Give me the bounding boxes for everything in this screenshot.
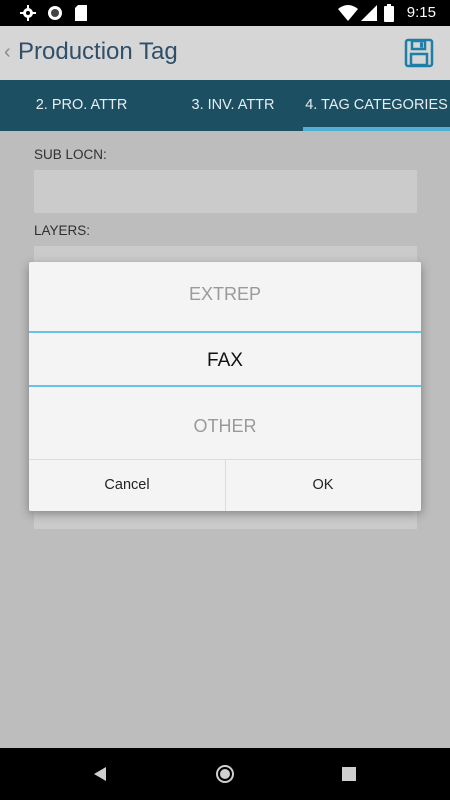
wifi-icon	[338, 5, 358, 26]
tab-bar: 2. PRO. ATTR 3. INV. ATTR 4. TAG CATEGOR…	[0, 80, 450, 131]
page-title: Production Tag	[18, 38, 178, 65]
picker-divider-top	[29, 331, 421, 333]
picker-option-fax[interactable]: FAX	[29, 350, 421, 372]
tab-tag-categories[interactable]: 4. TAG CATEGORIES	[303, 80, 450, 131]
picker-option-other[interactable]: OTHER	[29, 416, 421, 437]
save-icon[interactable]	[404, 38, 434, 73]
picker-option-extrep[interactable]: EXTREP	[29, 284, 421, 305]
app-bar: ‹ Production Tag	[0, 26, 450, 80]
tab-pro-attr[interactable]: 2. PRO. ATTR	[0, 80, 163, 131]
status-time: 9:15	[406, 4, 436, 21]
cancel-button[interactable]: Cancel	[29, 460, 225, 511]
home-circle-icon[interactable]	[215, 764, 235, 789]
ok-button[interactable]: OK	[225, 460, 421, 511]
back-triangle-icon[interactable]	[92, 766, 108, 787]
layers-field[interactable]	[34, 246, 417, 262]
sub-locn-field[interactable]	[34, 170, 417, 213]
picker-divider-bottom	[29, 385, 421, 387]
tab-inv-attr[interactable]: 3. INV. ATTR	[163, 80, 303, 131]
layers-label: LAYERS:	[34, 223, 91, 238]
signal-icon	[361, 5, 377, 26]
status-bar: 9:15	[0, 0, 450, 26]
navigation-bar	[0, 748, 450, 800]
settings-icon	[20, 5, 36, 26]
chevron-left-icon[interactable]: ‹	[4, 41, 11, 64]
battery-icon	[384, 4, 394, 27]
sd-card-icon	[74, 5, 88, 26]
sub-locn-label: SUB LOCN:	[34, 147, 107, 162]
hidden-field	[34, 511, 417, 529]
recents-square-icon[interactable]	[342, 767, 356, 786]
sync-icon	[47, 5, 63, 26]
picker-dialog: EXTREP FAX OTHER Cancel OK	[29, 262, 421, 511]
